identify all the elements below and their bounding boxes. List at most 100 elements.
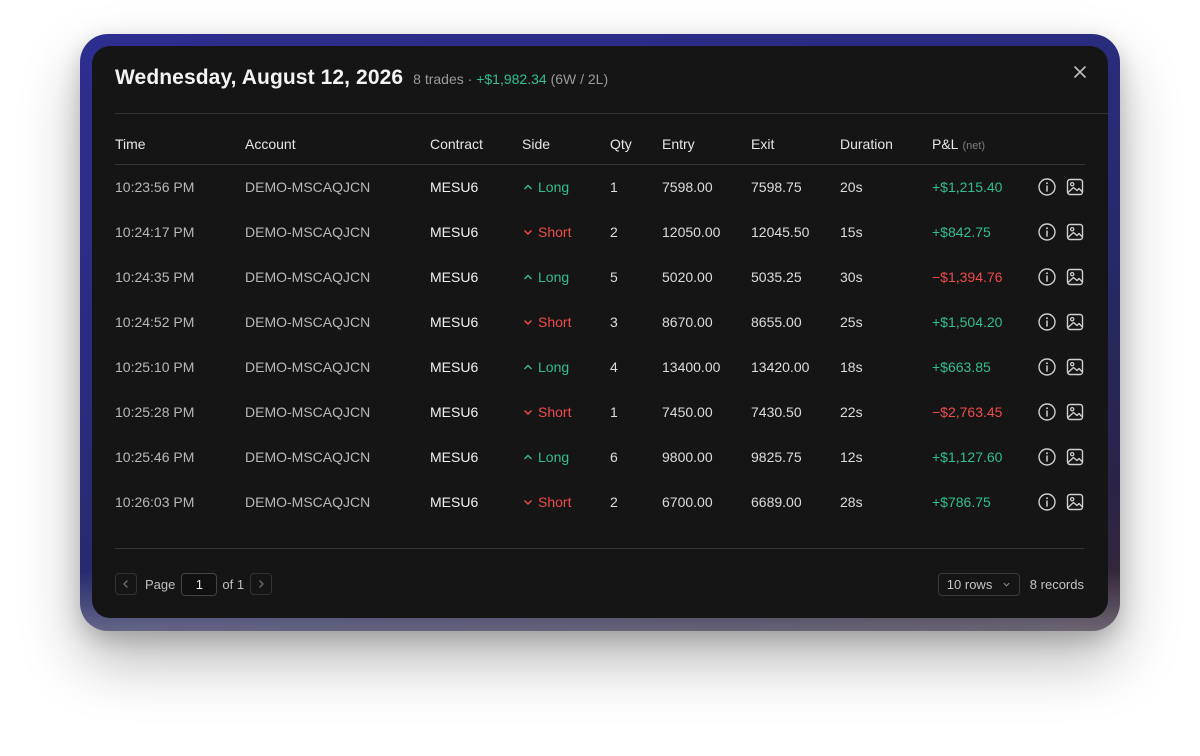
image-icon[interactable] xyxy=(1065,312,1085,332)
table-row[interactable]: 10:25:46 PM DEMO-MSCAQJCN MESU6 Long 6 9800.0… xyxy=(115,435,1085,480)
chevron-down-icon xyxy=(524,410,532,416)
chevron-up-icon xyxy=(524,274,532,280)
trade-contract: MESU6 xyxy=(430,404,479,421)
trade-duration: 22s xyxy=(840,404,863,421)
rows-per-page-select[interactable]: 10 rows xyxy=(937,572,1020,596)
trade-exit: 5035.25 xyxy=(751,268,802,285)
chevron-down-icon xyxy=(524,319,532,325)
table-row[interactable]: 10:25:10 PM DEMO-MSCAQJCN MESU6 Long 4 13400.… xyxy=(115,344,1085,389)
col-pnl[interactable]: P&L (net) xyxy=(932,124,1025,165)
prev-page-button[interactable] xyxy=(115,573,137,595)
date-title: Wednesday, August 12, 2026 xyxy=(115,66,404,89)
table-header-row: Time Account Contract Side Qty Entry Exi… xyxy=(115,124,1085,165)
trade-contract: MESU6 xyxy=(430,313,479,330)
trade-entry: 6700.00 xyxy=(662,494,713,511)
trades-count: 8 trades xyxy=(413,71,464,87)
trade-contract: MESU6 xyxy=(430,268,479,285)
col-qty[interactable]: Qty xyxy=(610,124,662,165)
image-icon[interactable] xyxy=(1065,222,1085,242)
col-entry[interactable]: Entry xyxy=(662,124,751,165)
col-pnl-label: P&L xyxy=(932,135,959,152)
trade-pnl: −$2,763.45 xyxy=(932,404,1003,421)
info-icon[interactable] xyxy=(1037,222,1057,242)
trade-pnl: −$1,394.76 xyxy=(932,268,1003,285)
table-row[interactable]: 10:24:35 PM DEMO-MSCAQJCN MESU6 Long 5 5020.0… xyxy=(115,254,1085,299)
trade-qty: 4 xyxy=(610,358,618,375)
page-number-input[interactable] xyxy=(181,572,218,596)
footer-divider xyxy=(115,548,1084,549)
trade-side: Short xyxy=(522,209,610,254)
col-exit[interactable]: Exit xyxy=(751,124,840,165)
trade-pnl: +$663.85 xyxy=(932,358,991,375)
trade-pnl: +$1,215.40 xyxy=(932,178,1003,195)
trade-entry: 9800.00 xyxy=(662,449,713,466)
col-pnl-sub: (net) xyxy=(962,139,986,152)
table-row[interactable]: 10:24:52 PM DEMO-MSCAQJCN MESU6 Short 3 8670.… xyxy=(115,299,1085,344)
chevron-right-icon xyxy=(259,580,264,588)
image-icon[interactable] xyxy=(1065,357,1085,377)
trade-time: 10:24:52 PM xyxy=(115,313,195,330)
trade-time: 10:24:17 PM xyxy=(115,223,195,240)
image-icon[interactable] xyxy=(1065,447,1085,467)
chevron-left-icon xyxy=(123,580,128,588)
trade-exit: 12045.50 xyxy=(751,223,810,240)
image-icon[interactable] xyxy=(1065,267,1085,287)
rows-per-page-value: 10 rows xyxy=(946,576,993,592)
info-icon[interactable] xyxy=(1037,447,1057,467)
trade-account: DEMO-MSCAQJCN xyxy=(245,223,371,240)
total-pnl: +$1,982.34 xyxy=(476,71,547,87)
trade-entry: 8670.00 xyxy=(662,313,713,330)
trade-side-label: Short xyxy=(538,223,572,240)
table-row[interactable]: 10:26:03 PM DEMO-MSCAQJCN MESU6 Short 2 6700.… xyxy=(115,480,1085,525)
trade-contract: MESU6 xyxy=(430,449,479,466)
row-actions xyxy=(1025,164,1085,209)
chevron-up-icon xyxy=(524,184,532,190)
trade-time: 10:26:03 PM xyxy=(115,494,195,511)
close-icon[interactable] xyxy=(1072,64,1088,80)
image-icon[interactable] xyxy=(1065,492,1085,512)
col-side[interactable]: Side xyxy=(522,124,610,165)
table-row[interactable]: 10:24:17 PM DEMO-MSCAQJCN MESU6 Short 2 12050… xyxy=(115,209,1085,254)
trade-qty: 6 xyxy=(610,449,618,466)
image-icon[interactable] xyxy=(1065,402,1085,422)
trade-duration: 18s xyxy=(840,358,863,375)
trade-account: DEMO-MSCAQJCN xyxy=(245,178,371,195)
trade-side: Long xyxy=(522,254,610,299)
trade-time: 10:24:35 PM xyxy=(115,268,195,285)
col-contract[interactable]: Contract xyxy=(430,124,522,165)
next-page-button[interactable] xyxy=(250,573,273,595)
trade-side-label: Short xyxy=(538,313,572,330)
table-row[interactable]: 10:25:28 PM DEMO-MSCAQJCN MESU6 Short 1 7450.… xyxy=(115,389,1085,434)
chevron-up-icon xyxy=(524,454,532,460)
row-actions xyxy=(1025,480,1085,525)
info-icon[interactable] xyxy=(1037,312,1057,332)
trade-qty: 2 xyxy=(610,223,618,240)
info-icon[interactable] xyxy=(1037,402,1057,422)
table-row[interactable]: 10:23:56 PM DEMO-MSCAQJCN MESU6 Long 1 7598.0… xyxy=(115,164,1085,209)
trade-exit: 13420.00 xyxy=(751,358,810,375)
modal-header: Wednesday, August 12, 2026 8 trades · +$… xyxy=(115,66,1088,96)
col-account[interactable]: Account xyxy=(245,124,430,165)
info-icon[interactable] xyxy=(1037,357,1057,377)
trade-contract: MESU6 xyxy=(430,223,479,240)
trade-pnl: +$786.75 xyxy=(932,494,991,511)
trade-qty: 3 xyxy=(610,313,618,330)
trade-time: 10:25:46 PM xyxy=(115,449,195,466)
image-icon[interactable] xyxy=(1065,177,1085,197)
col-duration[interactable]: Duration xyxy=(840,124,932,165)
trade-contract: MESU6 xyxy=(430,358,479,375)
trade-entry: 5020.00 xyxy=(662,268,713,285)
trade-side-label: Short xyxy=(538,494,572,511)
trade-side: Short xyxy=(522,480,610,525)
info-icon[interactable] xyxy=(1037,177,1057,197)
trade-duration: 15s xyxy=(840,223,863,240)
trade-exit: 9825.75 xyxy=(751,449,802,466)
row-actions xyxy=(1025,389,1085,434)
info-icon[interactable] xyxy=(1037,267,1057,287)
trade-account: DEMO-MSCAQJCN xyxy=(245,358,371,375)
chevron-down-icon xyxy=(1003,582,1010,587)
info-icon[interactable] xyxy=(1037,492,1057,512)
col-time[interactable]: Time xyxy=(115,124,245,165)
chevron-up-icon xyxy=(524,364,532,370)
trade-time: 10:25:28 PM xyxy=(115,404,195,421)
